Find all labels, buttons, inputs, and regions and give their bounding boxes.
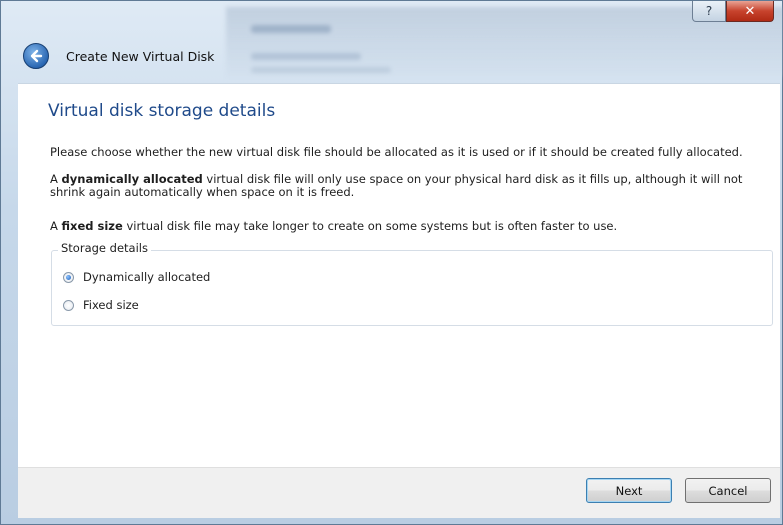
- button-bar: Next Cancel: [18, 467, 780, 518]
- wizard-page: Virtual disk storage details Please choo…: [18, 83, 780, 468]
- help-button[interactable]: ?: [692, 1, 726, 22]
- blurred-title: [251, 25, 331, 33]
- back-button[interactable]: [23, 43, 49, 69]
- fixed-size-label: Fixed size: [83, 298, 139, 312]
- cancel-button[interactable]: Cancel: [685, 478, 771, 503]
- close-button[interactable]: ✕: [726, 1, 774, 22]
- fixed-desc-suffix: virtual disk file may take longer to cre…: [122, 219, 618, 233]
- wizard-title-row: Create New Virtual Disk: [23, 43, 214, 69]
- help-icon: ?: [705, 4, 713, 18]
- blurred-toolbar: [251, 67, 391, 73]
- page-title: Virtual disk storage details: [48, 101, 276, 121]
- dynamically-allocated-option[interactable]: Dynamically allocated: [63, 270, 210, 284]
- storage-details-group: [51, 250, 773, 326]
- dynamically-allocated-radio[interactable]: [63, 271, 74, 283]
- intro-text: Please choose whether the new virtual di…: [50, 145, 743, 159]
- window-title: Create New Virtual Disk: [66, 48, 215, 64]
- storage-details-legend: Storage details: [58, 241, 151, 255]
- next-button[interactable]: Next: [586, 478, 672, 503]
- dynamic-desc-bold: dynamically allocated: [61, 172, 203, 186]
- blurred-menu: [251, 53, 361, 60]
- fixed-description: A fixed size virtual disk file may take …: [50, 220, 775, 233]
- dynamic-desc-prefix: A: [50, 172, 62, 186]
- close-icon: ✕: [744, 3, 756, 19]
- fixed-desc-prefix: A: [50, 219, 62, 233]
- dynamically-allocated-label: Dynamically allocated: [83, 270, 211, 284]
- fixed-size-radio[interactable]: [63, 299, 74, 311]
- fixed-desc-bold: fixed size: [61, 219, 123, 233]
- dynamic-description: A dynamically allocated virtual disk fil…: [50, 173, 775, 199]
- caption-buttons: ? ✕: [692, 1, 774, 23]
- back-arrow-icon: [30, 49, 43, 63]
- fixed-size-option[interactable]: Fixed size: [63, 298, 139, 312]
